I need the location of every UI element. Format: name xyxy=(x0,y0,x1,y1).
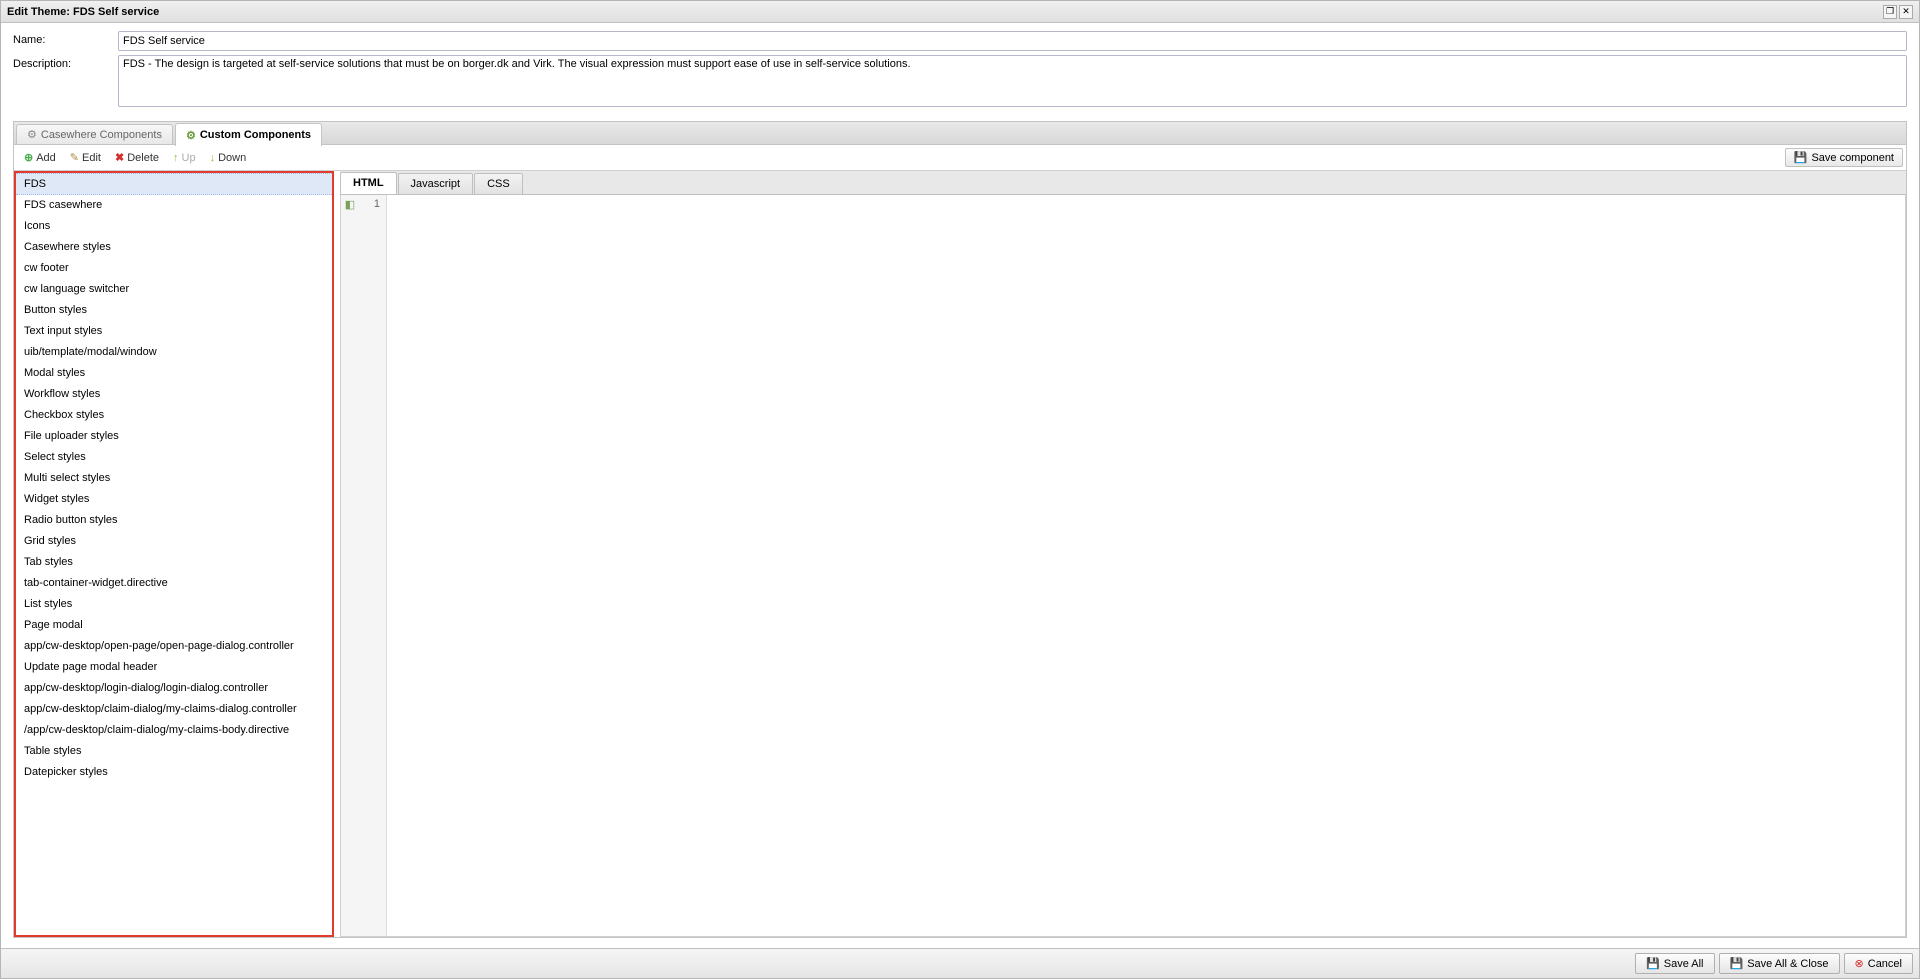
delete-label: Delete xyxy=(127,152,159,164)
code-gutter: ◧ 1 xyxy=(341,195,387,936)
window-root: Edit Theme: FDS Self service ❐ ✕ Name: D… xyxy=(0,0,1920,979)
window-title: Edit Theme: FDS Self service xyxy=(7,6,159,18)
edit-label: Edit xyxy=(82,152,101,164)
save-all-label: Save All xyxy=(1664,958,1704,970)
list-item[interactable]: Casewhere styles xyxy=(16,237,332,258)
name-label: Name: xyxy=(13,31,118,46)
name-input[interactable] xyxy=(118,31,1907,51)
list-item[interactable]: /app/cw-desktop/claim-dialog/my-claims-b… xyxy=(16,720,332,741)
list-item[interactable]: app/cw-desktop/claim-dialog/my-claims-di… xyxy=(16,699,332,720)
plus-icon: ⊕ xyxy=(24,151,33,164)
arrow-down-icon: ↓ xyxy=(210,152,216,164)
gear-icon: ⚙ xyxy=(27,128,37,141)
editor-panel: HTML Javascript CSS ◧ 1 xyxy=(340,171,1906,937)
up-button[interactable]: ↑ Up xyxy=(167,150,202,166)
edit-button[interactable]: ✎ Edit xyxy=(64,149,107,166)
description-label: Description: xyxy=(13,55,118,70)
add-label: Add xyxy=(36,152,56,164)
row-name: Name: xyxy=(13,31,1907,51)
list-item[interactable]: Datepicker styles xyxy=(16,762,332,783)
window-restore-button[interactable]: ❐ xyxy=(1883,5,1897,19)
disk-icon: 💾 xyxy=(1646,957,1660,970)
list-item[interactable]: Select styles xyxy=(16,447,332,468)
editor-tab-css[interactable]: CSS xyxy=(474,173,523,194)
list-item[interactable]: cw language switcher xyxy=(16,279,332,300)
list-item[interactable]: uib/template/modal/window xyxy=(16,342,332,363)
list-item[interactable]: Tab styles xyxy=(16,552,332,573)
list-item[interactable]: app/cw-desktop/login-dialog/login-dialog… xyxy=(16,678,332,699)
description-input[interactable] xyxy=(118,55,1907,107)
list-item[interactable]: Update page modal header xyxy=(16,657,332,678)
list-item[interactable]: List styles xyxy=(16,594,332,615)
editor-tabstrip: HTML Javascript CSS xyxy=(340,171,1906,195)
list-item[interactable]: Page modal xyxy=(16,615,332,636)
list-item[interactable]: FDS xyxy=(16,173,332,195)
editor-tab-css-label: CSS xyxy=(487,178,510,190)
list-item[interactable]: Table styles xyxy=(16,741,332,762)
code-editor[interactable]: ◧ 1 xyxy=(340,195,1906,937)
main-panel: ⚙ Casewhere Components ⚙ Custom Componen… xyxy=(13,121,1907,938)
save-all-button[interactable]: 💾 Save All xyxy=(1635,953,1714,974)
down-label: Down xyxy=(218,152,246,164)
gear-icon: ⚙ xyxy=(186,129,196,142)
window-controls: ❐ ✕ xyxy=(1883,5,1913,19)
save-component-button[interactable]: 💾 Save component xyxy=(1785,148,1903,167)
save-all-close-label: Save All & Close xyxy=(1747,958,1828,970)
list-item[interactable]: Checkbox styles xyxy=(16,405,332,426)
cancel-button[interactable]: ⊗ Cancel xyxy=(1844,953,1913,974)
pencil-icon: ✎ xyxy=(70,151,79,164)
tab-custom-components[interactable]: ⚙ Custom Components xyxy=(175,123,322,146)
components-list[interactable]: FDSFDS casewhereIconsCasewhere stylescw … xyxy=(16,173,332,935)
row-description: Description: xyxy=(13,55,1907,107)
line-number: 1 xyxy=(359,198,386,210)
tab-casewhere-components[interactable]: ⚙ Casewhere Components xyxy=(16,124,173,144)
window-close-button[interactable]: ✕ xyxy=(1899,5,1913,19)
list-item[interactable]: app/cw-desktop/open-page/open-page-dialo… xyxy=(16,636,332,657)
list-item[interactable]: Workflow styles xyxy=(16,384,332,405)
editor-tab-html[interactable]: HTML xyxy=(340,172,397,194)
gutter-marker-icon: ◧ xyxy=(341,198,359,211)
list-item[interactable]: Icons xyxy=(16,216,332,237)
outer-tabstrip: ⚙ Casewhere Components ⚙ Custom Componen… xyxy=(14,121,1906,145)
save-component-label: Save component xyxy=(1811,152,1894,164)
list-item[interactable]: Grid styles xyxy=(16,531,332,552)
tab-custom-label: Custom Components xyxy=(200,129,311,141)
delete-button[interactable]: ✖ Delete xyxy=(109,149,165,166)
tab-casewhere-label: Casewhere Components xyxy=(41,129,162,141)
list-item[interactable]: FDS casewhere xyxy=(16,195,332,216)
list-item[interactable]: cw footer xyxy=(16,258,332,279)
titlebar: Edit Theme: FDS Self service ❐ ✕ xyxy=(1,1,1919,23)
list-item[interactable]: Text input styles xyxy=(16,321,332,342)
code-text-area[interactable] xyxy=(387,195,1905,936)
up-label: Up xyxy=(182,152,196,164)
components-list-panel: FDSFDS casewhereIconsCasewhere stylescw … xyxy=(14,171,334,937)
editor-tab-js-label: Javascript xyxy=(411,178,461,190)
save-all-close-button[interactable]: 💾 Save All & Close xyxy=(1719,953,1840,974)
list-item[interactable]: Modal styles xyxy=(16,363,332,384)
add-button[interactable]: ⊕ Add xyxy=(18,149,62,166)
list-item[interactable]: tab-container-widget.directive xyxy=(16,573,332,594)
form-area: Name: Description: xyxy=(1,23,1919,121)
editor-tab-javascript[interactable]: Javascript xyxy=(398,173,474,194)
editor-tab-html-label: HTML xyxy=(353,177,384,189)
cancel-icon: ⊗ xyxy=(1855,957,1864,970)
list-item[interactable]: Widget styles xyxy=(16,489,332,510)
down-button[interactable]: ↓ Down xyxy=(204,150,253,166)
disk-icon: 💾 xyxy=(1794,151,1808,164)
list-item[interactable]: Multi select styles xyxy=(16,468,332,489)
disk-icon: 💾 xyxy=(1730,957,1744,970)
arrow-up-icon: ↑ xyxy=(173,152,179,164)
toolbar: ⊕ Add ✎ Edit ✖ Delete ↑ Up ↓ Down 💾 xyxy=(14,145,1906,171)
list-item[interactable]: Button styles xyxy=(16,300,332,321)
delete-icon: ✖ xyxy=(115,151,124,164)
workarea: FDSFDS casewhereIconsCasewhere stylescw … xyxy=(14,171,1906,937)
list-item[interactable]: Radio button styles xyxy=(16,510,332,531)
cancel-label: Cancel xyxy=(1868,958,1902,970)
list-item[interactable]: File uploader styles xyxy=(16,426,332,447)
footer: 💾 Save All 💾 Save All & Close ⊗ Cancel xyxy=(1,948,1919,978)
